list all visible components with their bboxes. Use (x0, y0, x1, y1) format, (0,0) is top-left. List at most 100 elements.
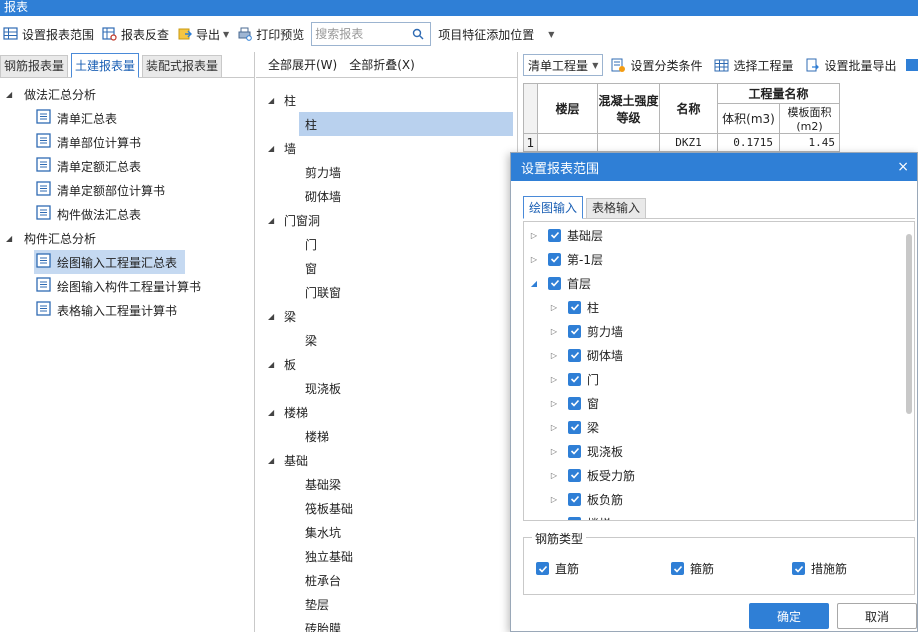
checkbox-checked-icon[interactable] (548, 252, 561, 266)
component-item-selected[interactable]: 柱 (299, 112, 513, 136)
expanded-arrow-icon[interactable]: ◢ (268, 312, 284, 321)
tab-rebar-report[interactable]: 钢筋报表量 (0, 55, 69, 77)
collapsed-arrow-icon[interactable]: ▷ (548, 303, 560, 312)
collapsed-arrow-icon[interactable]: ▷ (548, 495, 560, 504)
report-item[interactable]: 表格输入工程量计算书 (0, 298, 254, 322)
component-item[interactable]: 基础梁 (256, 472, 517, 496)
component-item[interactable]: 独立基础 (256, 544, 517, 568)
expanded-arrow-icon[interactable]: ◢ (268, 96, 284, 105)
component-item[interactable]: 集水坑 (256, 520, 517, 544)
component-item[interactable]: 梁 (256, 328, 517, 352)
component-group[interactable]: ◢ 楼梯 (256, 400, 517, 424)
component-group[interactable]: ◢ 板 (256, 352, 517, 376)
component-item[interactable]: 楼梯 (256, 424, 517, 448)
collapsed-arrow-icon[interactable]: ▷ (548, 351, 560, 360)
select-quantity-button[interactable]: 选择工程量 (710, 54, 797, 76)
component-item[interactable]: 剪力墙 (256, 160, 517, 184)
collapse-all-button[interactable]: 全部折叠(X) (349, 56, 415, 73)
component-item[interactable]: 砌体墙 (256, 184, 517, 208)
checkbox-checked-icon[interactable] (568, 396, 581, 410)
collapsed-arrow-icon[interactable]: ▷ (548, 399, 560, 408)
rebar-option-stirrup[interactable]: 箍筋 (671, 560, 714, 577)
component-item[interactable]: 门 (256, 232, 517, 256)
report-item[interactable]: 清单部位计算书 (0, 130, 254, 154)
report-item[interactable]: 清单定额部位计算书 (0, 178, 254, 202)
floor-tree-row[interactable]: ▷ 第-1层 (524, 247, 914, 271)
checkbox-checked-icon[interactable] (568, 372, 581, 386)
component-item[interactable]: 现浇板 (256, 376, 517, 400)
collapsed-arrow-icon[interactable]: ▷ (548, 375, 560, 384)
checkbox-checked-icon[interactable] (671, 562, 685, 575)
floor-tree-row[interactable]: ▷ 板受力筋 (524, 463, 914, 487)
checkbox-checked-icon[interactable] (568, 516, 581, 520)
export-button[interactable]: 导出 ▼ (174, 22, 234, 46)
collapsed-arrow-icon[interactable]: ▷ (528, 231, 540, 240)
floor-tree-row[interactable]: ▷ 柱 (524, 295, 914, 319)
floor-tree-row[interactable]: ▷ 现浇板 (524, 439, 914, 463)
table-cell-volume[interactable]: 0.1715 (717, 133, 780, 152)
set-category-button[interactable]: 设置分类条件 (607, 54, 706, 76)
tab-table-input[interactable]: 表格输入 (586, 198, 647, 218)
floor-tree-row[interactable]: ▷ 窗 (524, 391, 914, 415)
tab-prefab-report[interactable]: 装配式报表量 (142, 55, 223, 77)
collapsed-arrow-icon[interactable]: ▷ (548, 471, 560, 480)
collapsed-arrow-icon[interactable]: ▷ (548, 447, 560, 456)
floor-tree-row[interactable]: ▷ 门 (524, 367, 914, 391)
report-item[interactable]: 清单定额汇总表 (0, 154, 254, 178)
component-item[interactable]: 砖胎膜 (256, 616, 517, 632)
report-check-button[interactable]: 报表反查 (99, 22, 174, 46)
checkbox-checked-icon[interactable] (536, 562, 549, 575)
rebar-option-straight[interactable]: 直筋 (536, 560, 579, 577)
tree-group-method-summary[interactable]: ◢ 做法汇总分析 (0, 82, 254, 106)
floor-tree-row[interactable]: ◢ 首层 (524, 271, 914, 295)
checkbox-checked-icon[interactable] (568, 300, 581, 314)
floor-tree-row[interactable]: ▷ 基础层 (524, 223, 914, 247)
checkbox-checked-icon[interactable] (568, 468, 581, 482)
collapsed-arrow-icon[interactable]: ▷ (548, 519, 560, 521)
component-item[interactable]: 门联窗 (256, 280, 517, 304)
expanded-arrow-icon[interactable]: ◢ (6, 234, 18, 243)
table-cell[interactable] (537, 133, 598, 152)
quantity-type-select[interactable]: 清单工程量 ▼ (523, 54, 604, 76)
close-icon[interactable]: × (897, 159, 909, 175)
expanded-arrow-icon[interactable]: ◢ (268, 408, 284, 417)
checkbox-checked-icon[interactable] (548, 228, 561, 242)
checkbox-checked-icon[interactable] (568, 492, 581, 506)
vertical-scrollbar[interactable] (906, 234, 912, 414)
ok-button[interactable]: 确定 (749, 603, 829, 629)
component-group[interactable]: ◢ 梁 (256, 304, 517, 328)
expanded-arrow-icon[interactable]: ◢ (268, 456, 284, 465)
component-item[interactable]: 垫层 (256, 592, 517, 616)
checkbox-checked-icon[interactable] (792, 562, 806, 575)
search-icon[interactable] (408, 28, 428, 40)
tree-group-component-summary[interactable]: ◢ 构件汇总分析 (0, 226, 254, 250)
floor-tree-row[interactable]: ▷ 板负筋 (524, 487, 914, 511)
tab-civil-report[interactable]: 土建报表量 (71, 53, 140, 78)
expanded-arrow-icon[interactable]: ◢ (268, 216, 284, 225)
tab-drawing-input[interactable]: 绘图输入 (523, 196, 584, 219)
floor-tree-row[interactable]: ▷ 砌体墙 (524, 343, 914, 367)
collapsed-arrow-icon[interactable]: ▷ (548, 423, 560, 432)
print-preview-button[interactable]: 打印预览 (234, 22, 309, 46)
search-input[interactable] (312, 24, 409, 44)
report-item-selected[interactable]: 绘图输入工程量汇总表 (0, 250, 254, 274)
checkbox-checked-icon[interactable] (568, 420, 581, 434)
expanded-arrow-icon[interactable]: ◢ (528, 279, 540, 288)
set-range-button[interactable]: 设置报表范围 (0, 22, 99, 46)
table-cell-name[interactable]: DKZ1 (659, 133, 718, 152)
expanded-arrow-icon[interactable]: ◢ (268, 144, 284, 153)
checkbox-icon[interactable] (906, 59, 918, 71)
component-group[interactable]: ◢ 门窗洞 (256, 208, 517, 232)
report-item[interactable]: 绘图输入构件工程量计算书 (0, 274, 254, 298)
checkbox-checked-icon[interactable] (568, 444, 581, 458)
add-feature-position-dropdown[interactable]: 项目特征添加位置 ▼ (435, 22, 559, 46)
cancel-button[interactable]: 取消 (837, 603, 917, 629)
component-group[interactable]: ◢ 墙 (256, 136, 517, 160)
component-item[interactable]: 桩承台 (256, 568, 517, 592)
rebar-option-measure[interactable]: 措施筋 (792, 560, 847, 577)
component-item[interactable]: 筏板基础 (256, 496, 517, 520)
component-item[interactable]: 窗 (256, 256, 517, 280)
expanded-arrow-icon[interactable]: ◢ (6, 90, 18, 99)
report-item[interactable]: 清单汇总表 (0, 106, 254, 130)
checkbox-checked-icon[interactable] (568, 324, 581, 338)
